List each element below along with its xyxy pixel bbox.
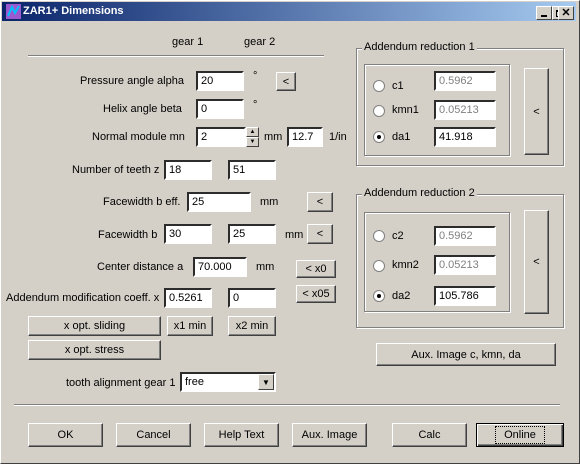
normal-module-input[interactable] [196,127,246,147]
kmn1-radio[interactable] [373,105,385,117]
close-button[interactable]: ✕ [558,6,574,20]
facewidth-eff-input[interactable] [187,192,251,212]
online-button[interactable]: Online [476,423,564,447]
center-distance-label: Center distance a [97,261,184,273]
x-opt-sliding-button[interactable]: x opt. sliding [28,316,161,336]
da1-radio[interactable] [373,131,385,143]
kmn2-input [434,255,496,275]
facewidth-gear1-input[interactable] [164,224,212,244]
x1-min-button[interactable]: x1 min [167,316,213,336]
addendum-mod-gear2-input[interactable] [228,288,276,308]
facewidth-button[interactable]: < [307,224,333,244]
addendum-reduction-1-button[interactable]: < [524,68,549,155]
header-separator [28,55,324,57]
facewidth-gear2-input[interactable] [228,224,276,244]
addendum-mod-gear1-input[interactable] [164,288,212,308]
help-text-button[interactable]: Help Text [204,423,279,447]
teeth-gear2-input[interactable] [228,160,276,180]
da2-input[interactable] [434,286,496,306]
minimize-button[interactable] [536,6,552,20]
facewidth-label: Facewidth b [98,229,158,241]
pressure-angle-label: Pressure angle alpha [80,75,184,87]
c2-input [434,226,496,246]
addendum-reduction-2-button[interactable]: < [524,210,549,314]
gear2-header: gear 2 [244,36,276,48]
radio-selected-dot [377,135,381,139]
kmn1-input [434,100,496,120]
x-opt-stress-button[interactable]: x opt. stress [28,340,161,360]
c1-radio[interactable] [373,80,385,92]
x2-min-button[interactable]: x2 min [228,316,276,336]
online-button-label: Online [495,426,545,444]
facewidth-unit: mm [285,229,304,241]
spin-up-icon[interactable]: ▲ [246,127,259,137]
c2-radio[interactable] [373,230,385,242]
bottom-separator [14,404,560,406]
da2-label: da2 [392,290,411,302]
close-icon: ✕ [561,6,571,19]
facewidth-eff-unit: mm [260,196,279,208]
normal-module-unit: mm [264,131,283,143]
teeth-gear1-input[interactable] [164,160,212,180]
center-distance-unit: mm [256,261,275,273]
pressure-angle-input[interactable] [196,71,244,91]
title-bar[interactable]: ZAR1+ Dimensions [2,2,576,21]
radio-selected-dot [377,294,381,298]
chevron-down-icon[interactable]: ▼ [258,374,274,390]
tooth-alignment-value: free [185,376,204,388]
gear1-header: gear 1 [172,36,204,48]
pressure-angle-button[interactable]: < [276,72,296,91]
kmn1-label: kmn1 [392,104,419,116]
aux-image-button[interactable]: Aux. Image [292,423,367,447]
degree-unit: ° [253,99,258,111]
facewidth-eff-button[interactable]: < [307,192,333,212]
kmn2-radio[interactable] [373,260,385,272]
helix-angle-input[interactable] [196,99,244,119]
app-icon [6,4,21,19]
normal-module-stepper[interactable]: ▲ ▼ [246,127,259,147]
cancel-button[interactable]: Cancel [116,423,191,447]
da1-label: da1 [392,131,411,143]
normal-module-in-unit: 1/in [329,131,347,143]
window-title: ZAR1+ Dimensions [23,5,124,17]
tooth-alignment-label: tooth alignment gear 1 [66,377,176,389]
ok-button[interactable]: OK [28,423,103,447]
addendum-reduction-1-title: Addendum reduction 1 [362,41,477,53]
c2-label: c2 [392,230,404,242]
x05-button[interactable]: < x05 [296,285,336,303]
calc-button[interactable]: Calc [392,423,467,447]
teeth-label: Number of teeth z [72,164,160,176]
c1-label: c1 [392,80,404,92]
da2-radio[interactable] [373,290,385,302]
facewidth-eff-label: Facewidth b eff. [103,196,181,208]
kmn2-label: kmn2 [392,259,419,271]
da1-input[interactable] [434,127,496,147]
normal-module-in-input[interactable] [287,127,323,147]
minimize-icon [541,15,547,17]
tooth-alignment-select[interactable]: free ▼ [180,372,276,392]
degree-unit: ° [253,70,258,82]
addendum-mod-label: Addendum modification coeff. x [6,292,160,304]
center-distance-input[interactable] [193,257,247,277]
aux-image-ckd-button[interactable]: Aux. Image c, kmn, da [376,343,556,366]
c1-input [434,71,496,91]
helix-angle-label: Helix angle beta [103,103,182,115]
spin-down-icon[interactable]: ▼ [246,137,259,147]
normal-module-label: Normal module mn [92,131,185,143]
x0-button[interactable]: < x0 [296,260,336,278]
addendum-reduction-2-title: Addendum reduction 2 [362,187,477,199]
